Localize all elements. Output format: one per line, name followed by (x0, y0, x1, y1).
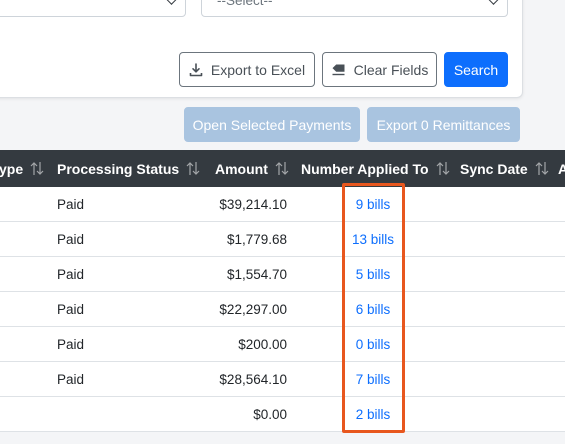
applied-bills-link[interactable]: 9 bills (342, 187, 404, 221)
table-row[interactable]: Paid $28,564.10 7 bills (0, 362, 565, 397)
column-header-label: Sync Date (460, 160, 528, 177)
applied-bills-link[interactable]: 2 bills (342, 397, 404, 431)
table-row[interactable]: Paid $200.00 0 bills (0, 327, 565, 362)
column-header-processing-status[interactable]: Processing Status (57, 150, 200, 187)
export-remittances-label: Export 0 Remittances (376, 116, 511, 133)
sort-arrows-icon (30, 161, 44, 176)
column-header-label: Processing Status (57, 160, 180, 177)
cell-processing-status: Paid (57, 231, 85, 247)
search-button[interactable]: Search (444, 52, 508, 87)
clear-fields-label: Clear Fields (353, 61, 429, 78)
cell-processing-status: Paid (57, 266, 85, 282)
eraser-icon (331, 63, 346, 76)
open-selected-payments-button[interactable]: Open Selected Payments (184, 107, 360, 142)
filter-select-left[interactable] (0, 0, 186, 17)
table-row[interactable]: Paid $1,554.70 5 bills (0, 257, 565, 292)
sort-arrows-icon (436, 161, 450, 176)
cell-amount: $28,564.10 (219, 371, 287, 387)
cell-amount: $22,297.00 (219, 301, 287, 317)
column-header-amount[interactable]: Amount (215, 150, 289, 187)
applied-bills-link[interactable]: 0 bills (342, 327, 404, 361)
chevron-down-icon (488, 0, 499, 5)
filter-select-value: --Select-- (217, 0, 273, 8)
applied-bills-link[interactable]: 6 bills (342, 292, 404, 326)
cell-processing-status: Paid (57, 336, 85, 352)
applied-bills-link[interactable]: 5 bills (342, 257, 404, 291)
column-header-label: A (558, 160, 565, 177)
column-header-type[interactable]: ype (0, 150, 44, 187)
cell-amount: $200.00 (238, 336, 287, 352)
column-header-next[interactable]: A (558, 150, 565, 187)
sort-arrows-icon (275, 161, 289, 176)
chevron-down-icon (166, 0, 177, 5)
open-selected-payments-label: Open Selected Payments (192, 116, 352, 133)
filter-select-right[interactable]: --Select-- (201, 0, 508, 17)
export-remittances-button[interactable]: Export 0 Remittances (367, 107, 520, 142)
table-row[interactable]: Paid $22,297.00 6 bills (0, 292, 565, 327)
export-to-excel-label: Export to Excel (210, 61, 306, 78)
table-row[interactable]: Paid $1,779.68 13 bills (0, 222, 565, 257)
cell-processing-status: Paid (57, 301, 85, 317)
column-header-label: Number Applied To (301, 160, 429, 177)
export-to-excel-button[interactable]: Export to Excel (179, 52, 315, 87)
applied-bills-link[interactable]: 13 bills (342, 222, 404, 256)
sort-arrows-icon (186, 161, 200, 176)
cell-processing-status: Paid (57, 196, 85, 212)
column-header-sync-date[interactable]: Sync Date (460, 150, 549, 187)
column-header-label: ype (0, 160, 24, 177)
cell-amount: $1,554.70 (226, 266, 287, 282)
table-header: ype Processing Status Amount Number Appl… (0, 150, 565, 187)
cell-amount: $0.00 (253, 406, 287, 422)
cell-amount: $39,214.10 (219, 196, 287, 212)
column-header-number-applied-to[interactable]: Number Applied To (301, 150, 450, 187)
search-label: Search (453, 61, 499, 78)
download-icon (189, 62, 203, 77)
table-row[interactable]: $0.00 2 bills (0, 397, 565, 432)
applied-bills-link[interactable]: 7 bills (342, 362, 404, 396)
cell-processing-status: Paid (57, 371, 85, 387)
sort-arrows-icon (535, 161, 549, 176)
clear-fields-button[interactable]: Clear Fields (322, 52, 437, 87)
cell-amount: $1,779.68 (226, 231, 287, 247)
table-row[interactable]: Paid $39,214.10 9 bills (0, 187, 565, 222)
column-header-label: Amount (215, 160, 268, 177)
